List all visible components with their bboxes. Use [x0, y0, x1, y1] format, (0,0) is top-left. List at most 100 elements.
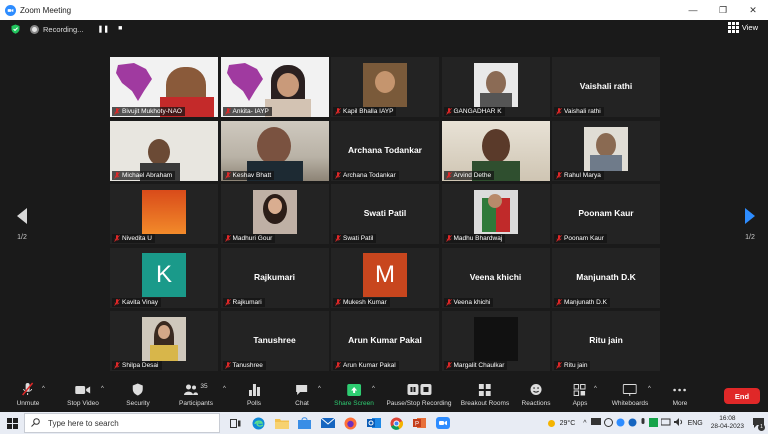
- volume-icon[interactable]: [673, 418, 684, 428]
- bluetooth-tray-icon[interactable]: [628, 418, 637, 429]
- participant-display-name: Veena khichi: [469, 271, 522, 282]
- close-button[interactable]: ✕: [738, 0, 768, 20]
- outlook-icon[interactable]: [362, 412, 385, 434]
- firefox-icon[interactable]: [339, 412, 362, 434]
- participant-display-name: Swati Patil: [363, 208, 407, 218]
- unmute-button[interactable]: Unmute: [16, 382, 40, 407]
- participant-tile[interactable]: Margalit Chaulkar: [441, 311, 550, 371]
- polls-button[interactable]: Polls: [247, 382, 261, 407]
- participant-tile[interactable]: Vaishali rathi Vaishali rathi: [552, 57, 660, 117]
- title-bar: Zoom Meeting — ❐ ✕: [0, 0, 768, 20]
- wifi-icon[interactable]: [660, 418, 671, 428]
- participant-tile[interactable]: Ankita- IAYP: [220, 57, 329, 117]
- participant-tile[interactable]: Keshav Bhatt: [220, 120, 329, 181]
- participant-tile[interactable]: Madhu Bhardwaj: [441, 184, 550, 244]
- app-tray-icon[interactable]: [648, 417, 658, 429]
- security-button[interactable]: Security: [126, 382, 150, 407]
- participant-display-name: Rajkumari: [253, 271, 296, 282]
- participant-tile[interactable]: M Mukesh Kumar: [331, 247, 439, 308]
- apps-options-caret[interactable]: ^: [594, 386, 597, 392]
- participant-tile[interactable]: Nivedita U: [110, 184, 218, 244]
- weather-icon[interactable]: [546, 418, 557, 429]
- meet-now-icon[interactable]: [603, 417, 613, 429]
- participant-tile[interactable]: Ritu jain Ritu jain: [552, 311, 660, 371]
- zoom-tray-icon[interactable]: [616, 418, 625, 429]
- share-options-caret[interactable]: ^: [372, 386, 375, 392]
- file-explorer-icon[interactable]: [270, 412, 293, 434]
- participant-tile[interactable]: Veena khichi Veena khichi: [441, 247, 550, 308]
- notification-icon[interactable]: 1: [748, 412, 768, 434]
- edge-browser-icon[interactable]: [247, 412, 270, 434]
- participant-tile[interactable]: Kapil Bhalla IAYP: [331, 57, 439, 117]
- participant-tile[interactable]: Arvind Dethe: [441, 120, 550, 181]
- chat-button[interactable]: Chat: [295, 382, 309, 407]
- muted-mic-icon: [445, 108, 452, 115]
- breakout-rooms-button[interactable]: Breakout Rooms: [461, 382, 509, 407]
- apps-button[interactable]: Apps: [573, 382, 587, 407]
- participant-tile[interactable]: GANGADHAR K: [441, 57, 550, 117]
- participant-tile[interactable]: Archana Todankar Archana Todankar: [331, 120, 439, 181]
- chat-options-caret[interactable]: ^: [318, 386, 321, 392]
- arrow-left-icon: [17, 208, 27, 224]
- participant-name: Ankita- IAYP: [232, 108, 269, 115]
- pause-stop-recording-button[interactable]: Pause/Stop Recording: [386, 382, 452, 407]
- stop-recording-icon[interactable]: ■: [118, 25, 122, 33]
- participant-name: Mukesh Kumar: [343, 298, 387, 306]
- participants-options-caret[interactable]: ^: [223, 386, 226, 392]
- stop-video-button[interactable]: Stop Video: [67, 382, 99, 407]
- participant-tile[interactable]: Tanushree Tanushree: [220, 311, 329, 371]
- view-button[interactable]: View: [727, 22, 758, 33]
- task-view-icon[interactable]: [224, 412, 247, 434]
- participant-name-label: Ankita- IAYP: [222, 107, 272, 116]
- taskbar-clock[interactable]: 16:08 28-04-2023: [711, 415, 744, 431]
- windows-start-button[interactable]: [0, 412, 24, 434]
- audio-options-caret[interactable]: ^: [42, 386, 45, 392]
- participant-tile[interactable]: Arun Kumar Pakal Arun Kumar Pakal: [331, 311, 439, 371]
- muted-mic-icon: [335, 235, 341, 242]
- tray-chevron-icon[interactable]: ^: [583, 420, 586, 427]
- language-indicator[interactable]: ENG: [688, 420, 703, 427]
- participant-tile[interactable]: Michael Abraham: [110, 120, 218, 181]
- recording-dot-icon: [30, 24, 39, 34]
- participant-tile[interactable]: Swati Patil Swati Patil: [331, 184, 439, 244]
- whiteboards-options-caret[interactable]: ^: [648, 386, 651, 392]
- store-icon[interactable]: [293, 412, 316, 434]
- participant-tile[interactable]: Manjunath D.K Manjunath D.K: [552, 247, 660, 308]
- participants-button[interactable]: 35 Participants: [179, 382, 213, 407]
- whiteboards-button[interactable]: Whiteboards: [612, 382, 648, 407]
- unmute-label: Unmute: [16, 400, 40, 407]
- participant-tile[interactable]: Madhuri Gour: [220, 184, 329, 244]
- zoom-taskbar-icon[interactable]: [431, 412, 454, 434]
- chrome-icon[interactable]: [385, 412, 408, 434]
- network-icon[interactable]: [590, 418, 601, 428]
- pause-recording-icon[interactable]: ❚❚: [97, 25, 109, 33]
- participant-tile[interactable]: Shilpa Desai: [110, 311, 218, 371]
- reactions-button[interactable]: Reactions: [522, 382, 550, 407]
- taskbar-search-box[interactable]: Type here to search: [24, 413, 220, 433]
- share-screen-button[interactable]: Share Screen: [334, 382, 374, 407]
- muted-mic-icon: [114, 171, 120, 179]
- video-options-caret[interactable]: ^: [101, 386, 104, 392]
- end-meeting-button[interactable]: End: [724, 388, 760, 404]
- participant-name-label: Poonam Kaur: [554, 234, 607, 243]
- participant-name-label: Veena khichi: [443, 297, 494, 307]
- participant-name-label: Ritu jain: [554, 361, 591, 370]
- mic-tray-icon[interactable]: [640, 417, 646, 429]
- next-page-button[interactable]: 1/2: [740, 208, 760, 241]
- participant-tile[interactable]: Rahul Marya: [552, 120, 660, 181]
- minimize-button[interactable]: —: [678, 0, 708, 20]
- notification-count: 1: [758, 424, 765, 431]
- participant-name: Vaishali rathi: [564, 108, 601, 115]
- participant-tile[interactable]: Bivujit Mukhoty-NAO: [110, 57, 218, 117]
- encryption-shield-icon[interactable]: [11, 24, 20, 34]
- participant-tile[interactable]: Rajkumari Rajkumari: [220, 247, 329, 308]
- restore-button[interactable]: ❐: [708, 0, 738, 20]
- muted-mic-icon: [445, 298, 452, 306]
- mail-icon[interactable]: [316, 412, 339, 434]
- more-button[interactable]: More: [673, 382, 687, 407]
- powerpoint-icon[interactable]: P: [408, 412, 431, 434]
- windows-taskbar: Type here to search P 29°C ^ ENG 16:08 2…: [0, 412, 768, 434]
- participant-tile[interactable]: Poonam Kaur Poonam Kaur: [552, 184, 660, 244]
- participant-tile[interactable]: K Kavita Vinay: [110, 247, 218, 308]
- previous-page-button[interactable]: 1/2: [12, 208, 32, 241]
